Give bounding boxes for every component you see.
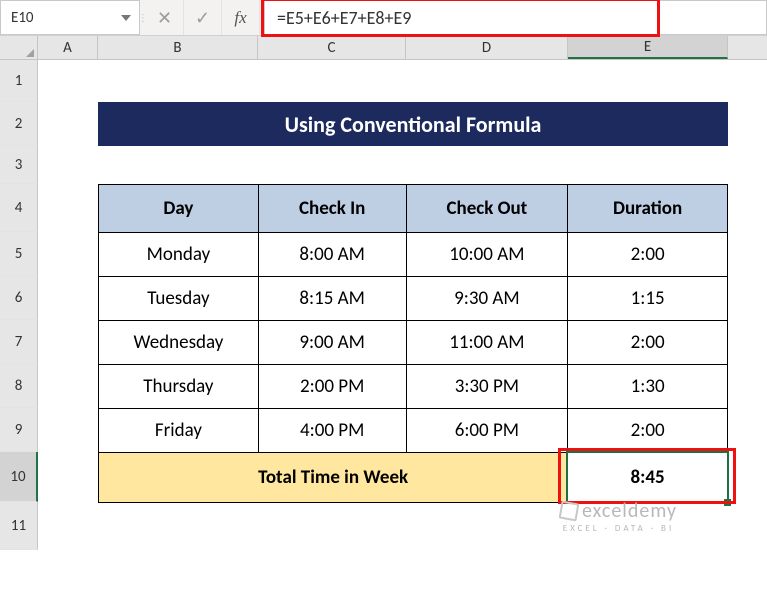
table-row: Thursday 2:00 PM 3:30 PM 1:30 xyxy=(99,365,728,409)
col-header-B[interactable]: B xyxy=(98,36,258,59)
cell-dur[interactable]: 2:00 xyxy=(568,409,728,453)
header-day[interactable]: Day xyxy=(99,185,259,233)
col-header-A[interactable]: A xyxy=(38,36,98,59)
title-band: Using Conventional Formula xyxy=(98,102,728,146)
row-header-3[interactable]: 3 xyxy=(0,146,38,184)
cell-out[interactable]: 10:00 AM xyxy=(406,233,568,277)
total-value: 8:45 xyxy=(631,466,665,489)
table-row: Wednesday 9:00 AM 11:00 AM 2:00 xyxy=(99,321,728,365)
cancel-formula-button[interactable]: ✕ xyxy=(146,0,184,35)
cell-out[interactable]: 11:00 AM xyxy=(406,321,568,365)
cell-dur[interactable]: 1:15 xyxy=(568,277,728,321)
select-all-triangle[interactable] xyxy=(0,36,38,59)
cell-dur[interactable]: 2:00 xyxy=(568,321,728,365)
name-box[interactable]: E10 xyxy=(0,0,140,35)
formula-input[interactable]: =E5+E6+E7+E8+E9 xyxy=(264,0,767,35)
row-header-9[interactable]: 9 xyxy=(0,408,38,452)
total-row: Total Time in Week 8:45 xyxy=(99,453,728,503)
fx-icon: fx xyxy=(234,8,246,28)
table-row: Friday 4:00 PM 6:00 PM 2:00 xyxy=(99,409,728,453)
col-header-E[interactable]: E xyxy=(568,36,728,59)
table-header-row: Day Check In Check Out Duration xyxy=(99,185,728,233)
cell-out[interactable]: 3:30 PM xyxy=(406,365,568,409)
accept-formula-button[interactable]: ✓ xyxy=(184,0,222,35)
row-header-1[interactable]: 1 xyxy=(0,60,38,102)
cell-dur[interactable]: 1:30 xyxy=(568,365,728,409)
worksheet[interactable]: Using Conventional Formula Day Check In … xyxy=(38,60,767,550)
cell-in[interactable]: 9:00 AM xyxy=(258,321,406,365)
row-header-10[interactable]: 10 xyxy=(0,452,38,502)
cell-day[interactable]: Thursday xyxy=(99,365,259,409)
cell-out[interactable]: 9:30 AM xyxy=(406,277,568,321)
formula-text: =E5+E6+E7+E8+E9 xyxy=(277,7,411,29)
insert-function-button[interactable]: fx xyxy=(222,0,260,35)
cell-in[interactable]: 8:15 AM xyxy=(258,277,406,321)
formula-bar: E10 ⋮ ✕ ✓ fx =E5+E6+E7+E8+E9 xyxy=(0,0,767,36)
cell-in[interactable]: 8:00 AM xyxy=(258,233,406,277)
table-row: Monday 8:00 AM 10:00 AM 2:00 xyxy=(99,233,728,277)
logo-icon xyxy=(559,501,580,522)
name-box-dropdown-icon[interactable] xyxy=(117,9,135,27)
col-header-D[interactable]: D xyxy=(406,36,568,59)
header-checkin[interactable]: Check In xyxy=(258,185,406,233)
title-text: Using Conventional Formula xyxy=(285,111,542,138)
watermark-tag: EXCEL · DATA · BI xyxy=(563,523,674,534)
table-row: Tuesday 8:15 AM 9:30 AM 1:15 xyxy=(99,277,728,321)
cell-day[interactable]: Tuesday xyxy=(99,277,259,321)
name-box-value: E10 xyxy=(11,9,34,27)
cell-in[interactable]: 4:00 PM xyxy=(258,409,406,453)
row-headers: 1 2 3 4 5 6 7 8 9 10 11 xyxy=(0,60,38,550)
row-header-2[interactable]: 2 xyxy=(0,102,38,146)
total-value-cell[interactable]: 8:45 xyxy=(568,453,728,503)
cell-day[interactable]: Friday xyxy=(99,409,259,453)
cell-day[interactable]: Wednesday xyxy=(99,321,259,365)
check-icon: ✓ xyxy=(195,7,210,29)
column-headers: A B C D E xyxy=(0,36,767,60)
row-header-11[interactable]: 11 xyxy=(0,502,38,550)
row-header-4[interactable]: 4 xyxy=(0,184,38,232)
row-header-6[interactable]: 6 xyxy=(0,276,38,320)
header-checkout[interactable]: Check Out xyxy=(406,185,568,233)
row-header-5[interactable]: 5 xyxy=(0,232,38,276)
row-header-8[interactable]: 8 xyxy=(0,364,38,408)
fill-handle[interactable] xyxy=(724,499,731,506)
col-header-C[interactable]: C xyxy=(258,36,406,59)
header-duration[interactable]: Duration xyxy=(568,185,728,233)
data-table: Day Check In Check Out Duration Monday 8… xyxy=(98,184,728,503)
row-header-7[interactable]: 7 xyxy=(0,320,38,364)
x-icon: ✕ xyxy=(157,7,172,29)
watermark: exceldemy EXCEL · DATA · BI xyxy=(560,499,677,534)
cell-day[interactable]: Monday xyxy=(99,233,259,277)
cell-dur[interactable]: 2:00 xyxy=(568,233,728,277)
cell-out[interactable]: 6:00 PM xyxy=(406,409,568,453)
watermark-name: exceldemy xyxy=(582,499,677,523)
cell-in[interactable]: 2:00 PM xyxy=(258,365,406,409)
total-label[interactable]: Total Time in Week xyxy=(99,453,568,503)
